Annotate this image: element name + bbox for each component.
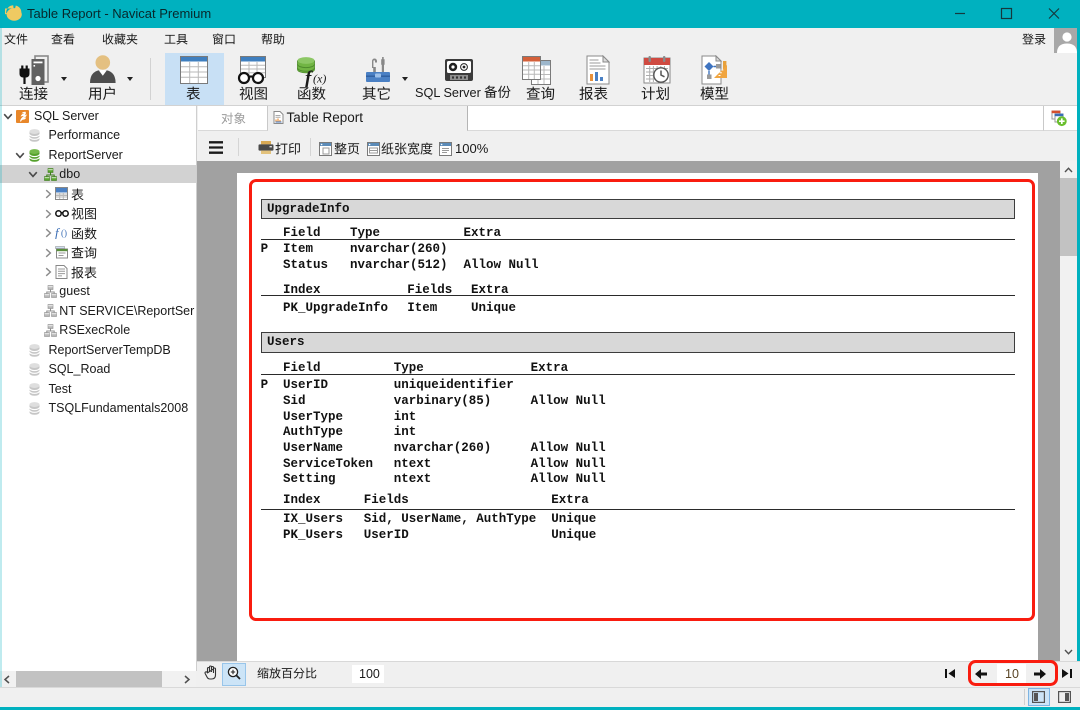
svg-text:(x): (x) — [313, 72, 326, 86]
svg-text:(): () — [61, 228, 67, 238]
